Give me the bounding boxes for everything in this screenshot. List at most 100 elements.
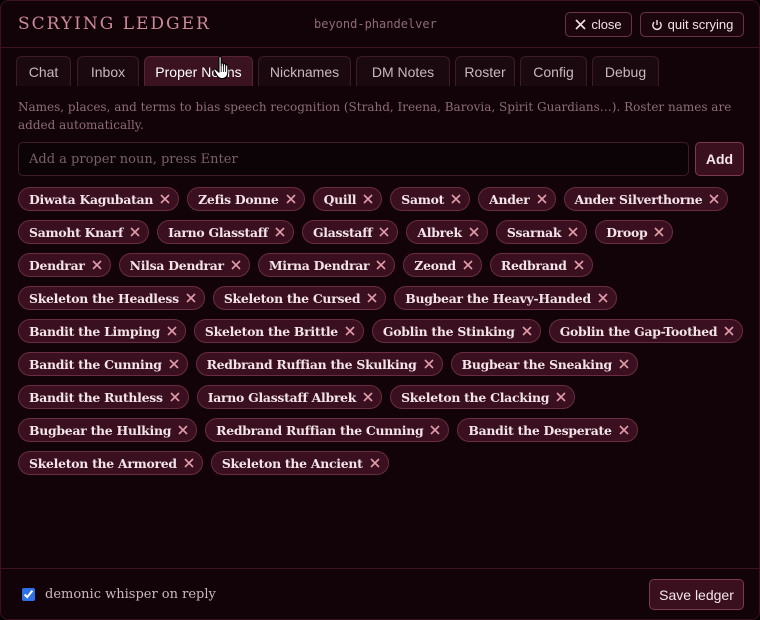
remove-x-icon[interactable] — [90, 258, 104, 272]
remove-x-icon[interactable] — [361, 390, 375, 404]
remove-x-icon[interactable] — [167, 357, 181, 371]
chip-label: Nilsa Dendrar — [129, 257, 224, 273]
demonic-whisper-label: demonic whisper on reply — [45, 587, 216, 602]
chip-label: Skeleton the Headless — [29, 290, 179, 306]
remove-x-icon[interactable] — [182, 456, 196, 470]
remove-x-icon[interactable] — [229, 258, 243, 272]
remove-x-icon[interactable] — [554, 390, 568, 404]
remove-x-icon[interactable] — [128, 225, 142, 239]
tab-label: Nicknames — [269, 63, 340, 80]
proper-noun-chip: Ssarnak — [495, 220, 588, 244]
chip-label: Redbrand — [500, 257, 567, 273]
tab-config[interactable]: Config — [520, 56, 587, 86]
remove-x-icon[interactable] — [365, 291, 379, 305]
proper-noun-chip: Droop — [595, 220, 674, 244]
remove-x-icon[interactable] — [284, 192, 298, 206]
remove-x-icon[interactable] — [343, 324, 357, 338]
remove-x-icon[interactable] — [428, 423, 442, 437]
remove-x-icon[interactable] — [722, 324, 736, 338]
chip-label: Ander — [489, 191, 530, 207]
close-button[interactable]: close — [565, 12, 632, 37]
tab-proper-nouns[interactable]: Proper Nouns — [144, 56, 253, 86]
remove-x-icon[interactable] — [361, 192, 375, 206]
proper-noun-chip: Mirna Dendrar — [257, 253, 396, 277]
remove-x-icon[interactable] — [617, 357, 631, 371]
remove-x-icon[interactable] — [535, 192, 549, 206]
remove-x-icon[interactable] — [467, 225, 481, 239]
tab-nicknames[interactable]: Nicknames — [258, 56, 351, 86]
chip-label: Skeleton the Cursed — [223, 290, 361, 306]
remove-x-icon[interactable] — [461, 258, 475, 272]
remove-x-icon[interactable] — [652, 225, 666, 239]
proper-noun-chip: Bandit the Limping — [18, 319, 186, 343]
proper-noun-chip: Skeleton the Headless — [18, 286, 205, 310]
save-ledger-button[interactable]: Save ledger — [649, 579, 744, 610]
chip-label: Bandit the Desperate — [468, 422, 612, 438]
proper-noun-chip: Bugbear the Hulking — [18, 418, 198, 442]
proper-noun-chip: Quill — [312, 187, 383, 211]
remove-x-icon[interactable] — [707, 192, 721, 206]
chip-label: Goblin the Gap-Toothed — [559, 323, 718, 339]
proper-noun-chip: Zeond — [403, 253, 482, 277]
remove-x-icon[interactable] — [422, 357, 436, 371]
chip-label: Samoht Knarf — [29, 224, 124, 240]
power-icon — [651, 19, 663, 31]
proper-noun-chip: Diwata Kagubatan — [18, 187, 180, 211]
add-button[interactable]: Add — [695, 142, 744, 176]
remove-x-icon[interactable] — [374, 258, 388, 272]
chip-label: Skeleton the Armored — [29, 455, 177, 471]
chip-label: Samot — [401, 191, 445, 207]
chip-label: Iarno Glasstaff Albrek — [207, 389, 357, 405]
chip-label: Quill — [323, 191, 357, 207]
proper-noun-chip: Redbrand Ruffian the Cunning — [205, 418, 450, 442]
proper-noun-chip: Bandit the Ruthless — [18, 385, 189, 409]
proper-noun-chip: Bugbear the Sneaking — [450, 352, 638, 376]
proper-noun-chip: Nilsa Dendrar — [118, 253, 250, 277]
chip-label: Goblin the Stinking — [382, 323, 515, 339]
tab-label: Proper Nouns — [155, 63, 242, 80]
remove-x-icon[interactable] — [165, 324, 179, 338]
tab-dm-notes[interactable]: DM Notes — [356, 56, 450, 86]
demonic-whisper-checkbox[interactable] — [22, 588, 35, 601]
remove-x-icon[interactable] — [449, 192, 463, 206]
remove-x-icon[interactable] — [158, 192, 172, 206]
proper-noun-chip: Samot — [390, 187, 471, 211]
chip-label: Bandit the Ruthless — [29, 389, 163, 405]
tab-debug[interactable]: Debug — [592, 56, 659, 86]
remove-x-icon[interactable] — [273, 225, 287, 239]
remove-x-icon[interactable] — [176, 423, 190, 437]
chip-label: Mirna Dendrar — [268, 257, 370, 273]
remove-x-icon[interactable] — [368, 456, 382, 470]
quit-scrying-button[interactable]: quit scrying — [640, 12, 744, 37]
proper-noun-chip: Dendrar — [18, 253, 111, 277]
chip-label: Bugbear the Heavy-Handed — [405, 290, 591, 306]
proper-noun-input[interactable] — [18, 142, 689, 176]
remove-x-icon[interactable] — [377, 225, 391, 239]
proper-noun-chip: Albrek — [406, 220, 488, 244]
chip-label: Bandit the Cunning — [29, 356, 162, 372]
close-button-label: close — [591, 17, 622, 32]
proper-noun-chip: Bandit the Desperate — [457, 418, 638, 442]
proper-noun-chip: Redbrand Ruffian the Skulking — [195, 352, 443, 376]
remove-x-icon[interactable] — [184, 291, 198, 305]
chip-label: Skeleton the Clacking — [401, 389, 550, 405]
remove-x-icon[interactable] — [596, 291, 610, 305]
remove-x-icon[interactable] — [520, 324, 534, 338]
close-icon — [575, 19, 586, 30]
tab-label: Chat — [28, 63, 59, 80]
header: SCRYING LEDGER beyond-phandelver close q… — [1, 1, 759, 48]
remove-x-icon[interactable] — [566, 225, 580, 239]
tab-roster[interactable]: Roster — [455, 56, 515, 86]
remove-x-icon[interactable] — [617, 423, 631, 437]
remove-x-icon[interactable] — [572, 258, 586, 272]
proper-noun-chip: Skeleton the Cursed — [212, 286, 387, 310]
tab-label: Config — [533, 63, 574, 80]
remove-x-icon[interactable] — [168, 390, 182, 404]
proper-noun-chip: Samoht Knarf — [18, 220, 150, 244]
tab-label: Roster — [464, 63, 506, 80]
chip-label: Skeleton the Ancient — [221, 455, 363, 471]
quit-button-label: quit scrying — [667, 17, 734, 32]
tab-label: DM Notes — [371, 63, 435, 80]
tab-chat[interactable]: Chat — [16, 56, 71, 86]
tab-inbox[interactable]: Inbox — [77, 56, 139, 86]
